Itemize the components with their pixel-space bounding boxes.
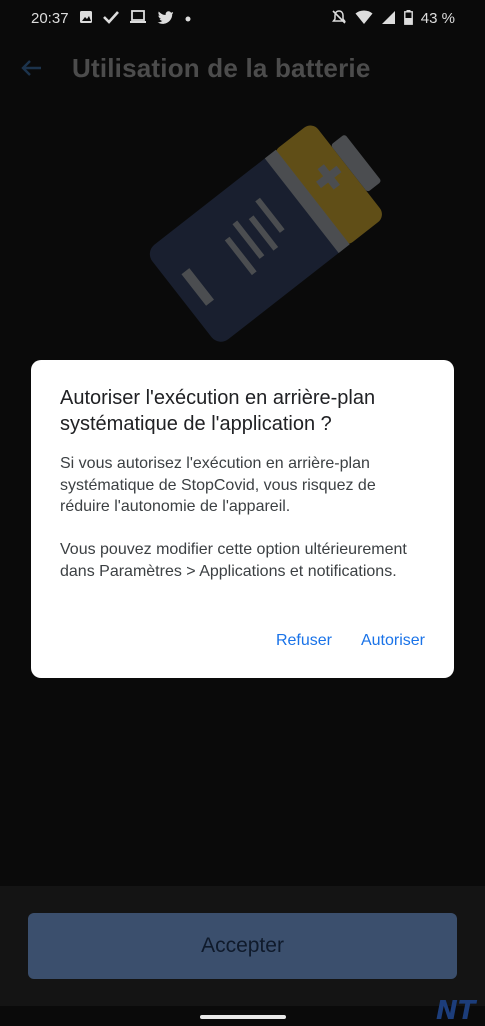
battery-icon [403,9,413,27]
status-bar-left: 20:37 [31,10,192,27]
check-icon [102,10,119,26]
permission-dialog: Autoriser l'exécution en arrière-plan sy… [31,360,454,678]
twitter-icon [157,10,174,26]
battery-percent: 43 % [420,9,455,27]
dialog-title: Autoriser l'exécution en arrière-plan sy… [60,387,376,435]
watermark-logo: NT [436,996,476,1026]
image-icon [79,10,93,26]
gesture-nav-bar[interactable] [200,1015,286,1019]
status-bar-right: 43 % [331,9,455,27]
wifi-icon [355,10,373,27]
dot-icon [184,11,192,25]
status-time: 20:37 [31,9,69,27]
dialog-message: Si vous autorisez l'exécution en arrière… [60,455,407,580]
accept-button[interactable]: Accepter [28,913,457,979]
laptop-icon [129,10,147,26]
status-bar: 20:37 43 % [0,0,485,36]
refuse-button[interactable]: Refuser [276,632,332,650]
signal-icon [381,10,396,27]
allow-button[interactable]: Autoriser [361,632,425,650]
dialog-actions: Refuser Autoriser [276,632,425,650]
bell-off-icon [331,9,347,27]
